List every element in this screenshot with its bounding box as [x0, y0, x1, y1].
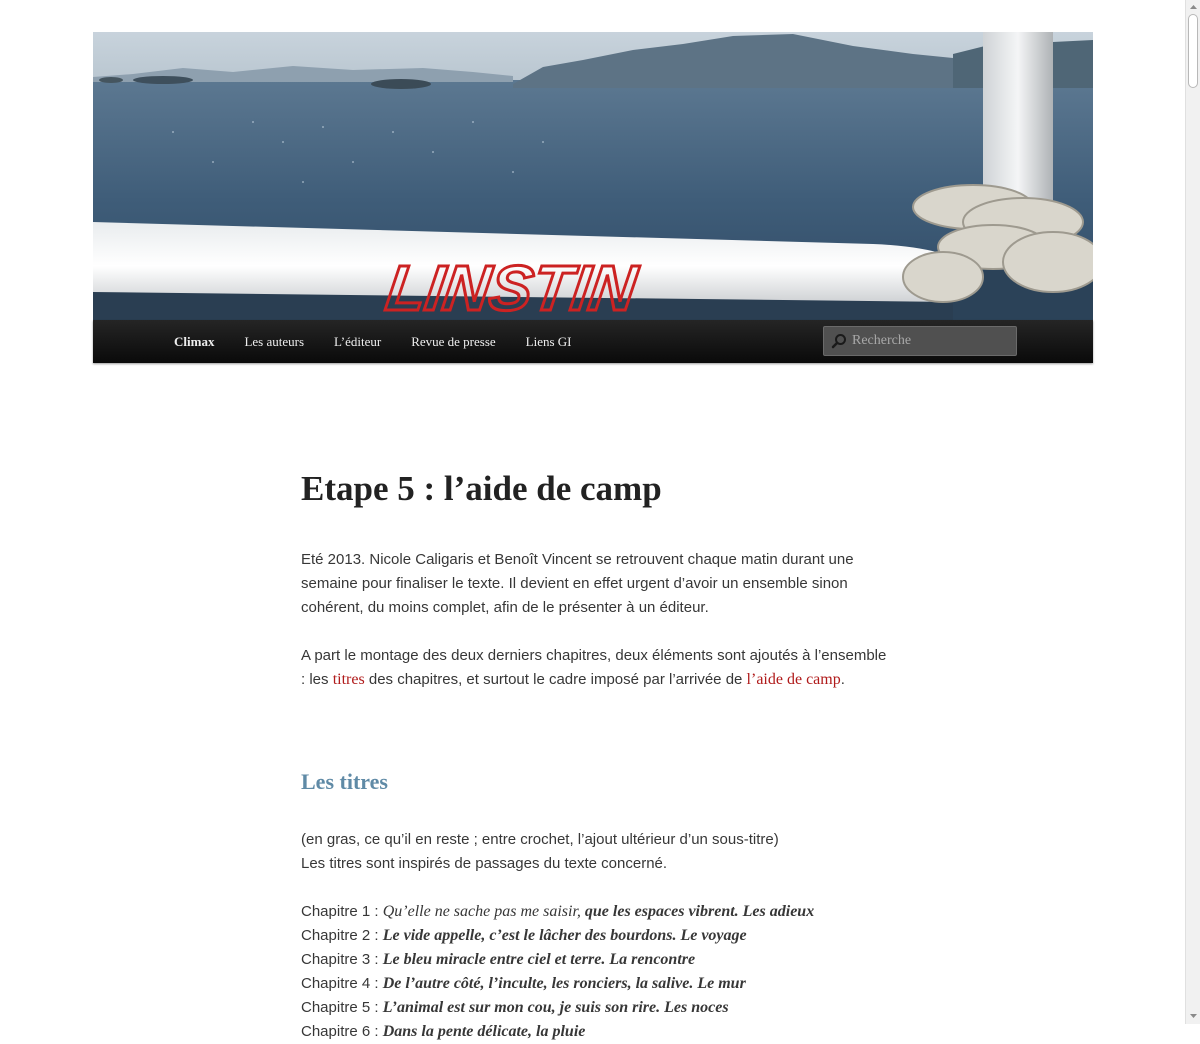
chapter-list: Chapitre 1 : Qu’elle ne sache pas me sai… [301, 900, 891, 1044]
chapter-prefix: Chapitre 1 : [301, 903, 383, 920]
post-title: Etape 5 : l’aide de camp [301, 469, 662, 508]
paragraph-text: . [840, 671, 845, 688]
main-navigation: Climax Les auteurs L’éditeur Revue de pr… [93, 320, 1093, 363]
chapter-prefix: Chapitre 2 : [301, 927, 383, 944]
chapter-title-bold: De l’autre côté, l’inculte, les ronciers… [382, 975, 746, 992]
paragraph-line: Les titres sont inspirés de passages du … [301, 855, 668, 872]
nav-item-revue-de-presse[interactable]: Revue de presse [396, 320, 510, 363]
search-input[interactable] [823, 326, 1017, 356]
paragraph-line: (en gras, ce qu’il en reste ; entre croc… [301, 831, 779, 848]
chapter-title-bold: Le vide appelle, c’est le lâcher des bou… [382, 927, 747, 944]
chapter-title-italic: Qu’elle ne sache pas me saisir, [382, 903, 585, 920]
search-form [823, 326, 1017, 356]
chapter-prefix: Chapitre 3 : [301, 951, 383, 968]
chapter-item: Chapitre 4 : De l’autre côté, l’inculte,… [301, 972, 891, 996]
chapter-title-bold: L’animal est sur mon cou, je suis son ri… [382, 999, 729, 1016]
chapter-prefix: Chapitre 4 : [301, 975, 383, 992]
post-content: Etape 5 : l’aide de camp Eté 2013. Nicol… [301, 464, 891, 1044]
banner-logo: LINSTIN [382, 252, 642, 320]
chapter-prefix: Chapitre 6 : [301, 1023, 383, 1040]
chapter-item: Chapitre 1 : Qu’elle ne sache pas me sai… [301, 900, 891, 924]
link-aide-de-camp[interactable]: l’aide de camp [747, 671, 841, 688]
page: LINSTIN Climax Les auteurs L’éditeur Rev… [93, 32, 1093, 363]
scroll-up-arrow-icon[interactable] [1186, 1, 1200, 13]
chapter-title-bold: Le bleu miracle entre ciel et terre. La … [382, 951, 696, 968]
nav-item-liens-gi[interactable]: Liens GI [511, 320, 587, 363]
chapter-item: Chapitre 2 : Le vide appelle, c’est le l… [301, 924, 891, 948]
header-banner-image[interactable]: LINSTIN [93, 32, 1093, 320]
post-paragraph-1: Eté 2013. Nicole Caligaris et Benoît Vin… [301, 551, 854, 616]
nav-item-lediteur[interactable]: L’éditeur [319, 320, 396, 363]
chapter-prefix: Chapitre 5 : [301, 999, 383, 1016]
section-heading-les-titres: Les titres [301, 769, 388, 794]
chapter-item: Chapitre 3 : Le bleu miracle entre ciel … [301, 948, 891, 972]
chapter-item: Chapitre 5 : L’animal est sur mon cou, j… [301, 996, 891, 1020]
nav-item-climax[interactable]: Climax [159, 320, 229, 363]
chapter-title-bold: Dans la pente délicate, la pluie [382, 1023, 586, 1040]
scrollbar-thumb[interactable] [1188, 14, 1198, 88]
post-paragraph-2: A part le montage des deux derniers chap… [301, 644, 891, 692]
paragraph-text: des chapitres, et surtout le cadre impos… [364, 671, 747, 688]
nav-item-les-auteurs[interactable]: Les auteurs [229, 320, 319, 363]
scroll-down-arrow-icon[interactable] [1186, 1010, 1200, 1022]
post-paragraph-3: (en gras, ce qu’il en reste ; entre croc… [301, 828, 891, 876]
search-icon [831, 334, 846, 349]
banner-photo: LINSTIN [93, 32, 1093, 320]
link-titres[interactable]: titres [333, 671, 365, 688]
chapter-title-bold: que les espaces vibrent. Les adieux [584, 903, 815, 920]
vertical-scrollbar[interactable] [1185, 0, 1200, 1024]
